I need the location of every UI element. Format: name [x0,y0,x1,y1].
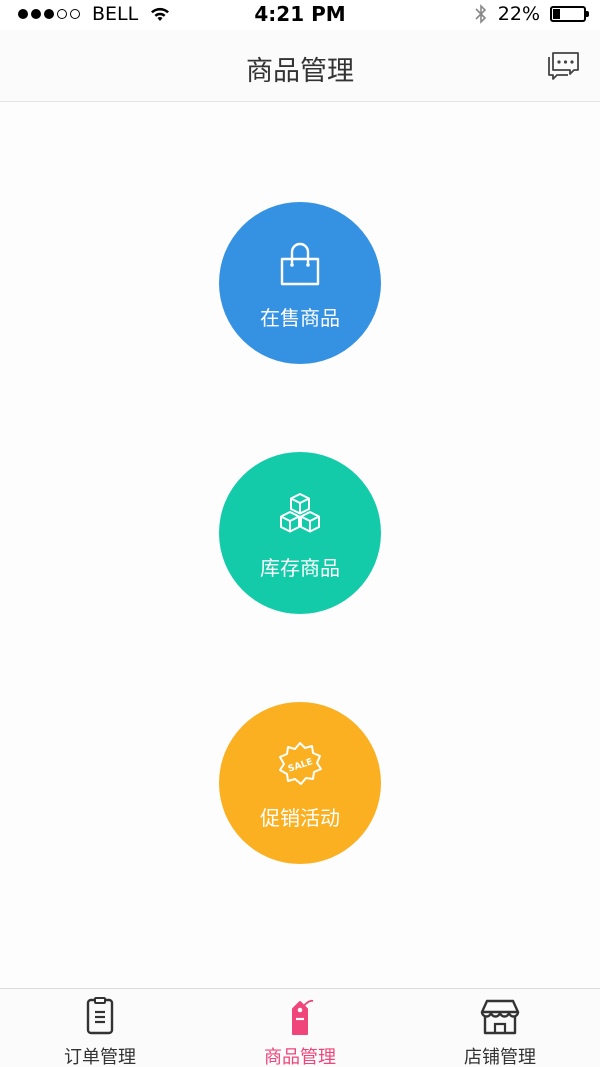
sale-badge-icon: SALE [279,742,322,785]
tab-products[interactable]: 商品管理 [200,989,400,1067]
battery-fill [553,9,560,19]
promotions-button[interactable]: SALE 促销活动 [219,702,381,864]
storefront-icon [480,999,520,1035]
on-sale-products-label: 在售商品 [260,306,340,330]
battery-percent: 22% [497,3,540,25]
status-right: 22% [474,3,589,25]
app-screen: BELL 4:21 PM 22% 商品管理 在售商品 库存商品 SALE 促销活… [0,0,600,1067]
battery-icon [550,6,589,22]
status-bar: BELL 4:21 PM 22% [0,0,600,30]
tab-products-label: 商品管理 [264,1047,336,1067]
shopping-bag-icon [280,242,320,286]
on-sale-products-button[interactable]: 在售商品 [219,202,381,364]
tab-orders[interactable]: 订单管理 [0,989,200,1067]
promotions-label: 促销活动 [260,806,340,830]
tab-store[interactable]: 店铺管理 [400,989,600,1067]
boxes-icon [280,493,320,533]
tab-orders-label: 订单管理 [64,1047,136,1067]
sale-text: SALE [287,757,314,774]
clipboard-icon [86,997,114,1035]
bottom-tab-bar: 订单管理 商品管理 店铺管理 [0,988,600,1067]
inventory-products-label: 库存商品 [260,556,340,580]
chat-bubble-icon[interactable] [546,48,582,82]
inventory-products-button[interactable]: 库存商品 [219,452,381,614]
navigation-bar: 商品管理 [0,30,600,102]
tab-store-label: 店铺管理 [464,1047,536,1067]
page-title: 商品管理 [246,56,354,87]
bluetooth-icon [475,4,486,24]
price-tag-icon [292,999,314,1035]
